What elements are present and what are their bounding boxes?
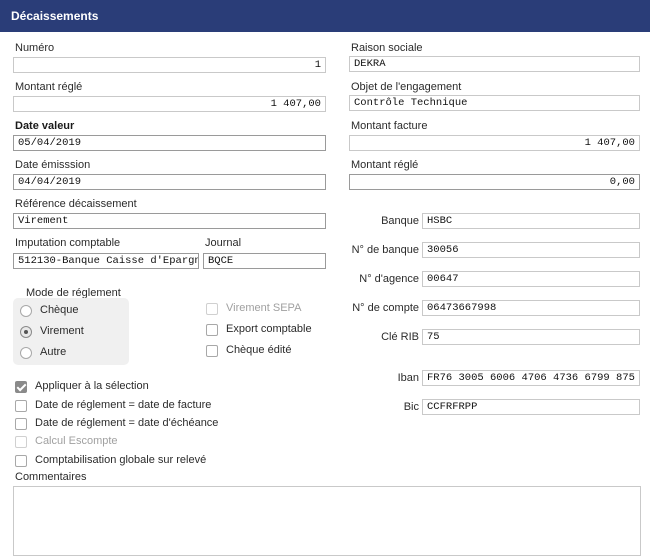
- appliquer-label: Appliquer à la sélection: [35, 380, 149, 392]
- date-facture-checkbox[interactable]: [15, 400, 27, 412]
- comptabilisation-checkbox[interactable]: [15, 455, 27, 467]
- date-emission-label: Date émisssion: [15, 159, 91, 171]
- objet-field[interactable]: Contrôle Technique: [349, 95, 640, 111]
- window-titlebar: Décaissements: [0, 0, 650, 32]
- iban-field[interactable]: FR76 3005 6006 4706 4736 6799 875: [422, 370, 640, 386]
- radio-virement-label: Virement: [40, 325, 84, 337]
- raison-sociale-field[interactable]: DEKRA: [349, 56, 640, 72]
- date-echeance-label: Date de réglement = date d'échéance: [35, 417, 219, 429]
- radio-cheque[interactable]: [20, 305, 32, 317]
- montant-regle-right-label: Montant réglé: [351, 159, 419, 171]
- iban-label: Iban: [397, 372, 419, 384]
- bic-label: Bic: [403, 401, 419, 413]
- date-valeur-label: Date valeur: [15, 120, 75, 132]
- radio-cheque-label: Chèque: [40, 304, 79, 316]
- no-compte-field[interactable]: 06473667998: [422, 300, 640, 316]
- cheque-edite-checkbox[interactable]: [206, 345, 218, 357]
- montant-regle-label: Montant réglé: [15, 81, 83, 93]
- appliquer-checkbox[interactable]: [15, 381, 27, 393]
- imputation-field[interactable]: 512130-Banque Caisse d'Epargne: [13, 253, 199, 269]
- cheque-edite-label: Chèque édité: [226, 344, 292, 356]
- no-agence-field[interactable]: 00647: [422, 271, 640, 287]
- escompte-label: Calcul Escompte: [35, 435, 118, 447]
- reference-field[interactable]: Virement: [13, 213, 326, 229]
- radio-autre[interactable]: [20, 347, 32, 359]
- comptabilisation-label: Comptabilisation globale sur relevé: [35, 454, 207, 466]
- no-agence-label: N° d'agence: [359, 273, 419, 285]
- date-echeance-checkbox[interactable]: [15, 418, 27, 430]
- cle-rib-field[interactable]: 75: [422, 329, 640, 345]
- escompte-checkbox[interactable]: [15, 436, 27, 448]
- no-compte-label: N° de compte: [352, 302, 419, 314]
- montant-regle-right-field[interactable]: 0,00: [349, 174, 640, 190]
- commentaires-textarea[interactable]: [13, 486, 641, 556]
- cle-rib-label: Clé RIB: [381, 331, 419, 343]
- virement-sepa-checkbox[interactable]: [206, 303, 218, 315]
- date-valeur-field[interactable]: 05/04/2019: [13, 135, 326, 151]
- banque-label: Banque: [381, 215, 419, 227]
- export-comptable-label: Export comptable: [226, 323, 312, 335]
- objet-label: Objet de l'engagement: [351, 81, 462, 93]
- numero-label: Numéro: [15, 42, 55, 54]
- no-banque-field[interactable]: 30056: [422, 242, 640, 258]
- imputation-label: Imputation comptable: [15, 237, 121, 249]
- no-banque-label: N° de banque: [351, 244, 419, 256]
- raison-sociale-label: Raison sociale: [351, 42, 423, 54]
- reference-label: Référence décaissement: [15, 198, 137, 210]
- journal-label: Journal: [205, 237, 242, 249]
- numero-field[interactable]: 1: [13, 57, 326, 73]
- journal-field[interactable]: BQCE: [203, 253, 326, 269]
- banque-field[interactable]: HSBC: [422, 213, 640, 229]
- date-emission-field[interactable]: 04/04/2019: [13, 174, 326, 190]
- bic-field[interactable]: CCFRFRPP: [422, 399, 640, 415]
- export-comptable-checkbox[interactable]: [206, 324, 218, 336]
- montant-regle-field[interactable]: 1 407,00: [13, 96, 326, 112]
- montant-facture-field[interactable]: 1 407,00: [349, 135, 640, 151]
- window-title: Décaissements: [11, 9, 99, 23]
- date-facture-label: Date de réglement = date de facture: [35, 399, 212, 411]
- commentaires-label: Commentaires: [15, 471, 87, 483]
- montant-facture-label: Montant facture: [351, 120, 428, 132]
- virement-sepa-label: Virement SEPA: [226, 302, 302, 314]
- radio-autre-label: Autre: [40, 346, 67, 358]
- radio-virement[interactable]: [20, 326, 32, 338]
